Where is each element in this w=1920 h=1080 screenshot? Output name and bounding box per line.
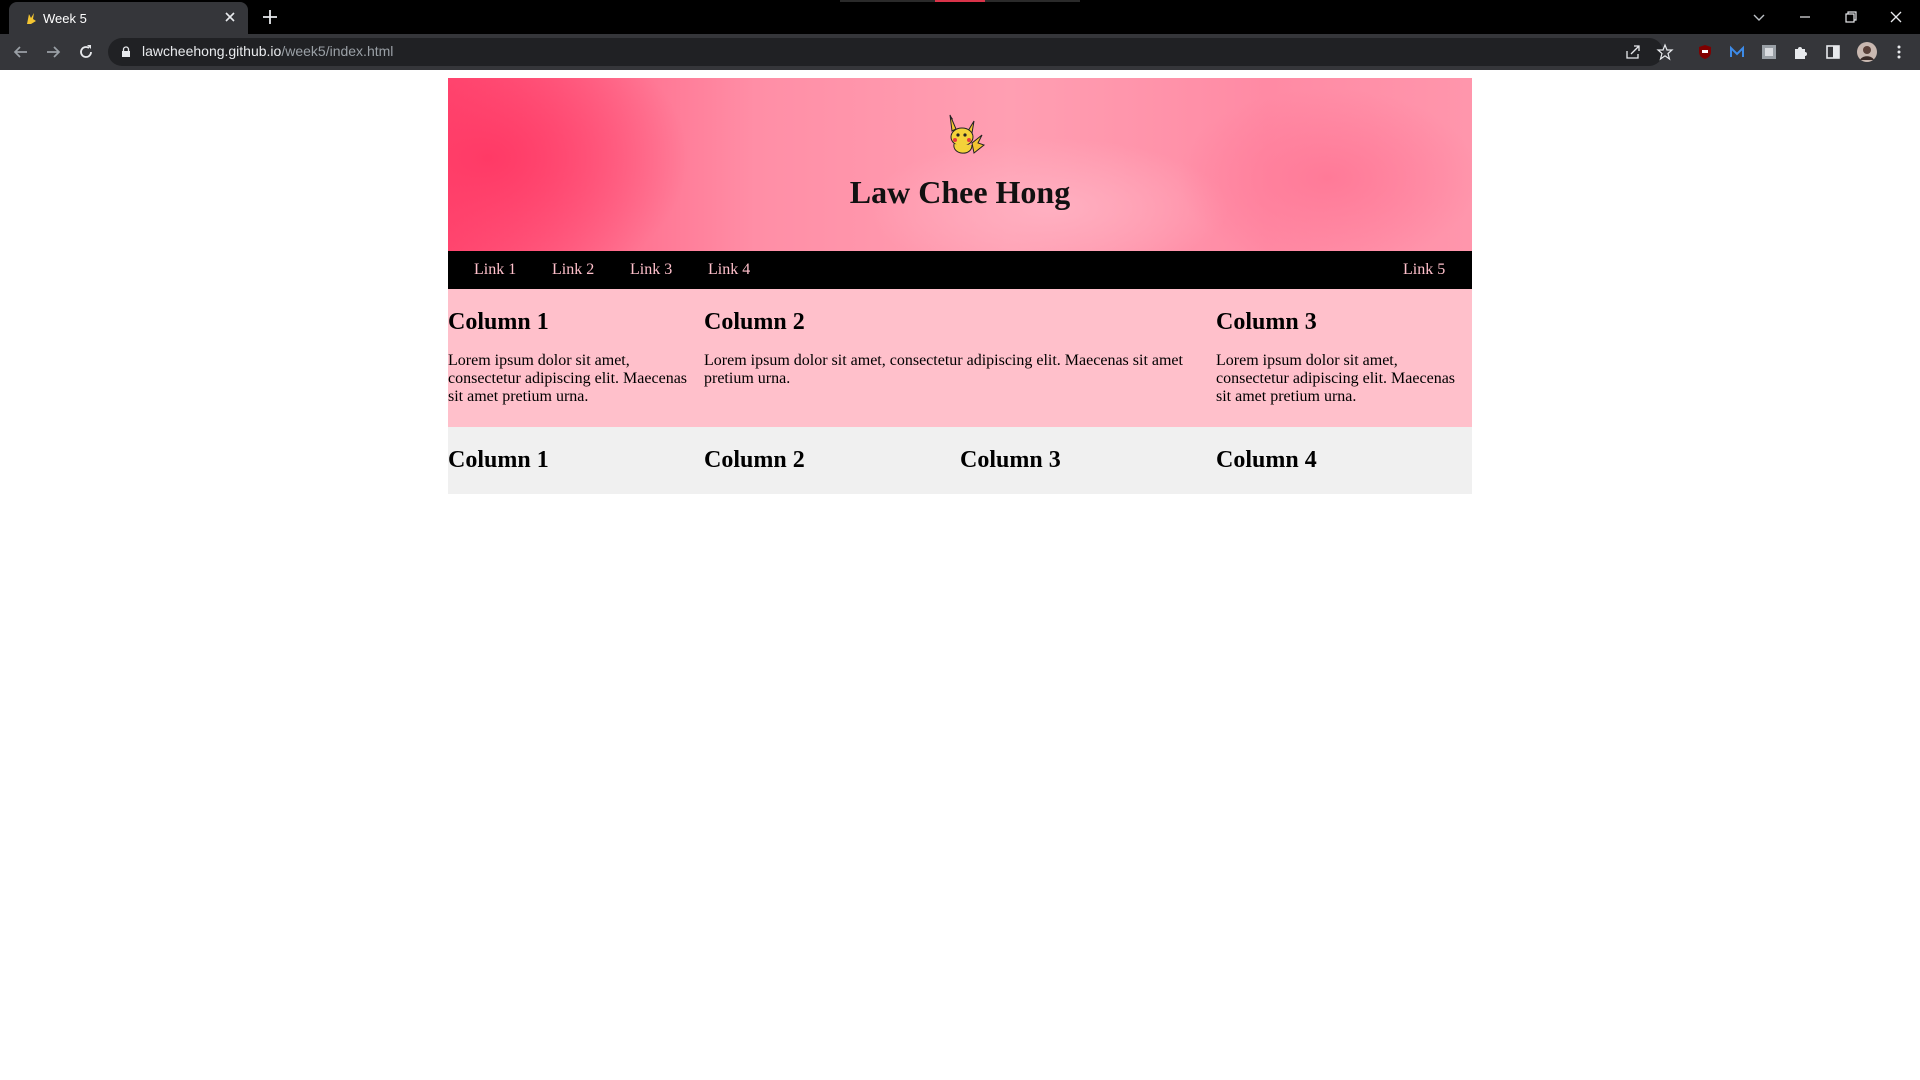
extension-m-icon[interactable] [1728,43,1746,61]
three-column-row: Column 1 Lorem ipsum dolor sit amet, con… [448,289,1472,427]
browser-toolbar: lawcheehong.github.io/week5/index.html [0,34,1920,70]
close-tab-icon[interactable] [222,9,238,25]
column-4: Column 4 [1216,427,1466,474]
tab-search-icon[interactable] [1748,6,1770,28]
nav-bar: Link 1 Link 2 Link 3 Link 4 Link 5 [448,251,1472,289]
new-tab-icon[interactable] [260,7,280,27]
column-2: Column 2 [704,427,954,474]
url-host: lawcheehong.github.io [142,43,282,59]
minimize-icon[interactable] [1794,6,1816,28]
column-2: Column 2 Lorem ipsum dolor sit amet, con… [704,289,1204,388]
side-panel-icon[interactable] [1824,43,1842,61]
column-heading: Column 3 [960,447,1061,473]
column-heading: Column 1 [448,447,549,473]
loading-indicator [935,0,985,2]
share-icon[interactable] [1624,43,1642,61]
url-text[interactable]: lawcheehong.github.io/week5/index.html [142,43,393,59]
nav-link-3[interactable]: Link 3 [630,261,672,279]
browser-tab-strip: Week 5 [0,0,1920,34]
column-3: Column 3 [960,427,1210,474]
column-heading: Column 1 [448,309,549,335]
pikachu-icon [949,114,986,154]
pikachu-favicon-icon [27,12,36,24]
column-1: Column 1 Lorem ipsum dolor sit amet, con… [448,289,693,406]
column-1: Column 1 [448,427,698,474]
browser-tab[interactable]: Week 5 [9,2,248,34]
tab-title: Week 5 [43,11,87,26]
column-heading: Column 4 [1216,447,1317,473]
lock-icon[interactable] [119,45,133,59]
column-text: Lorem ipsum dolor sit amet, consectetur … [1216,352,1456,405]
column-text: Lorem ipsum dolor sit amet, consectetur … [448,352,688,405]
nav-link-2[interactable]: Link 2 [552,261,594,279]
column-heading: Column 2 [704,309,805,335]
close-window-icon[interactable] [1885,6,1907,28]
page-header: Law Chee Hong [448,78,1472,251]
column-text: Lorem ipsum dolor sit amet, consectetur … [704,352,1183,387]
extension-image-icon[interactable] [1760,43,1778,61]
column-heading: Column 3 [1216,309,1317,335]
more-menu-icon[interactable] [1890,43,1908,61]
restore-icon[interactable] [1840,6,1862,28]
column-3: Column 3 Lorem ipsum dolor sit amet, con… [1216,289,1466,406]
page-container: Law Chee Hong Link 1 Link 2 Link 3 Link … [448,78,1472,494]
profile-avatar[interactable] [1856,41,1878,63]
reload-icon[interactable] [76,42,96,62]
column-heading: Column 2 [704,447,805,473]
ublock-extension-icon[interactable] [1696,43,1714,61]
four-column-row: Column 1 Column 2 Column 3 Column 4 [448,427,1472,494]
bookmark-star-icon[interactable] [1656,43,1674,61]
extensions-puzzle-icon[interactable] [1792,43,1810,61]
page-title: Law Chee Hong [849,174,1071,210]
back-arrow-icon[interactable] [11,42,31,62]
forward-arrow-icon[interactable] [43,42,63,62]
address-bar[interactable]: lawcheehong.github.io/week5/index.html [108,38,1663,66]
url-path: /week5/index.html [281,43,394,59]
nav-link-1[interactable]: Link 1 [474,261,516,279]
nav-link-5[interactable]: Link 5 [1403,261,1445,279]
nav-link-4[interactable]: Link 4 [708,261,750,279]
